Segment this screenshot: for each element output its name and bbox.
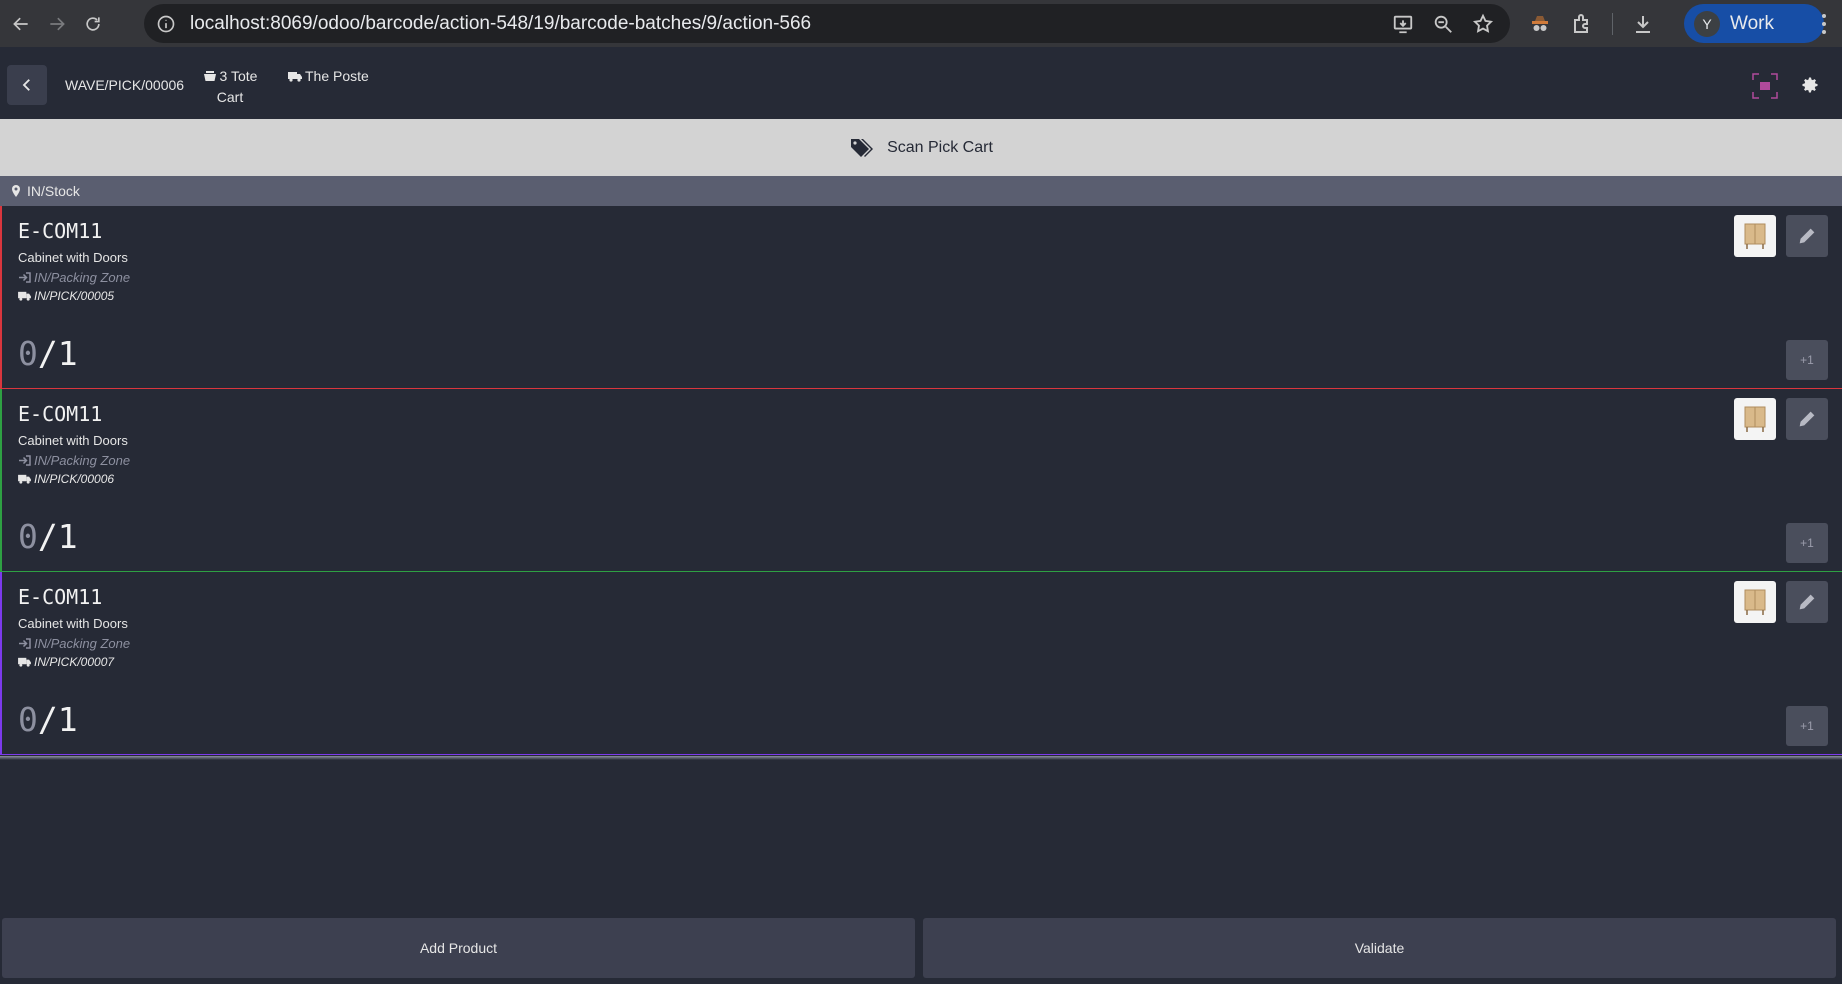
destination-name: IN/Packing Zone	[34, 636, 131, 651]
pencil-icon	[1799, 228, 1815, 244]
zoom-icon[interactable]	[1432, 13, 1454, 35]
product-code: E-COM11	[18, 585, 103, 609]
map-pin-icon	[12, 185, 20, 197]
incognito-extension-icon[interactable]	[1528, 12, 1552, 36]
action-footer: Add Product Validate	[0, 906, 1842, 984]
gear-icon	[1802, 77, 1818, 93]
lines-end-divider	[0, 756, 1842, 760]
tags-icon	[851, 138, 874, 157]
toolbar-separator	[1612, 12, 1613, 35]
destination-name: IN/Packing Zone	[34, 453, 131, 468]
profile-label: Work	[1730, 12, 1774, 34]
truck-icon	[18, 657, 31, 667]
puzzle-extensions-icon[interactable]	[1570, 12, 1594, 36]
carrier-name: The Poste	[305, 68, 369, 84]
back-button[interactable]	[7, 65, 47, 105]
forward-arrow-icon[interactable]	[42, 9, 72, 39]
sign-in-icon	[19, 638, 31, 649]
edit-line-button[interactable]	[1786, 215, 1828, 257]
source-location-bar[interactable]: IN/Stock	[0, 176, 1842, 206]
profile-avatar: Y	[1694, 10, 1720, 37]
truck-icon	[288, 72, 302, 82]
site-info-icon[interactable]	[156, 14, 176, 34]
qty-total: /1	[37, 517, 78, 556]
quantity-display: 0/1	[18, 517, 78, 556]
address-bar[interactable]: localhost:8069/odoo/barcode/action-548/1…	[144, 4, 1510, 43]
product-code: E-COM11	[18, 219, 103, 243]
picking-reference: IN/PICK/00006	[18, 472, 114, 486]
pencil-icon	[1799, 594, 1815, 610]
chevron-left-icon	[22, 79, 30, 91]
product-code: E-COM11	[18, 402, 103, 426]
download-icon[interactable]	[1631, 12, 1655, 36]
qty-total: /1	[37, 334, 78, 373]
scan-instruction-banner: Scan Pick Cart	[0, 119, 1842, 176]
cabinet-image-icon	[1744, 406, 1766, 432]
quantity-display: 0/1	[18, 334, 78, 373]
truck-icon	[18, 474, 31, 484]
scan-barcode-button[interactable]	[1752, 73, 1778, 104]
picking-name: IN/PICK/00007	[34, 655, 115, 669]
cart-line-2: Cart	[216, 89, 244, 105]
product-image[interactable]	[1734, 398, 1776, 440]
picking-name: IN/PICK/00005	[34, 289, 115, 303]
destination-location: IN/Packing Zone	[18, 453, 130, 468]
reload-icon[interactable]	[78, 9, 108, 39]
back-arrow-icon[interactable]	[6, 9, 36, 39]
product-image[interactable]	[1734, 581, 1776, 623]
pick-cart-info: 3 Tote Cart	[198, 66, 262, 108]
profile-button[interactable]: Y Work	[1684, 4, 1824, 43]
edit-line-button[interactable]	[1786, 398, 1828, 440]
bookmark-star-icon[interactable]	[1472, 13, 1494, 35]
cart-line-1: 3 Tote	[219, 68, 258, 84]
sign-in-icon	[19, 272, 31, 283]
edit-line-button[interactable]	[1786, 581, 1828, 623]
qty-done: 0	[18, 334, 38, 373]
picking-reference: IN/PICK/00005	[18, 289, 114, 303]
qty-done: 0	[18, 700, 38, 739]
location-name: IN/Stock	[27, 183, 80, 199]
settings-button[interactable]	[1800, 75, 1820, 100]
add-product-button[interactable]: Add Product	[2, 918, 915, 978]
qty-total: /1	[37, 700, 78, 739]
extensions-area	[1528, 0, 1655, 47]
sign-in-icon	[19, 455, 31, 466]
banner-text: Scan Pick Cart	[887, 138, 993, 156]
picking-reference: IN/PICK/00007	[18, 655, 114, 669]
increment-button[interactable]: +1	[1786, 340, 1828, 380]
line-status-accent	[0, 572, 2, 755]
barcode-header: WAVE/PICK/00006 3 Tote Cart The Poste	[0, 47, 1842, 119]
cabinet-image-icon	[1744, 589, 1766, 615]
move-line[interactable]: E-COM11 Cabinet with Doors IN/Packing Zo…	[0, 572, 1842, 755]
move-line[interactable]: E-COM11 Cabinet with Doors IN/Packing Zo…	[0, 206, 1842, 389]
browser-menu-icon[interactable]	[1820, 12, 1828, 36]
url-text[interactable]: localhost:8069/odoo/barcode/action-548/1…	[190, 13, 811, 35]
cabinet-image-icon	[1744, 223, 1766, 249]
product-image[interactable]	[1734, 215, 1776, 257]
line-status-accent	[0, 206, 2, 389]
destination-name: IN/Packing Zone	[34, 270, 131, 285]
increment-button[interactable]: +1	[1786, 523, 1828, 563]
product-name: Cabinet with Doors	[18, 433, 128, 448]
move-line[interactable]: E-COM11 Cabinet with Doors IN/Packing Zo…	[0, 389, 1842, 572]
qty-done: 0	[18, 517, 38, 556]
destination-location: IN/Packing Zone	[18, 270, 130, 285]
line-status-accent	[0, 389, 2, 572]
basket-icon	[203, 71, 216, 81]
product-name: Cabinet with Doors	[18, 616, 128, 631]
increment-button[interactable]: +1	[1786, 706, 1828, 746]
validate-button[interactable]: Validate	[923, 918, 1836, 978]
install-app-icon[interactable]	[1392, 13, 1414, 35]
barcode-scanner-icon	[1752, 73, 1778, 99]
product-name: Cabinet with Doors	[18, 250, 128, 265]
quantity-display: 0/1	[18, 700, 78, 739]
truck-icon	[18, 291, 31, 301]
carrier-info: The Poste	[288, 66, 369, 87]
destination-location: IN/Packing Zone	[18, 636, 130, 651]
pencil-icon	[1799, 411, 1815, 427]
wave-name: WAVE/PICK/00006	[65, 77, 185, 93]
picking-name: IN/PICK/00006	[34, 472, 115, 486]
